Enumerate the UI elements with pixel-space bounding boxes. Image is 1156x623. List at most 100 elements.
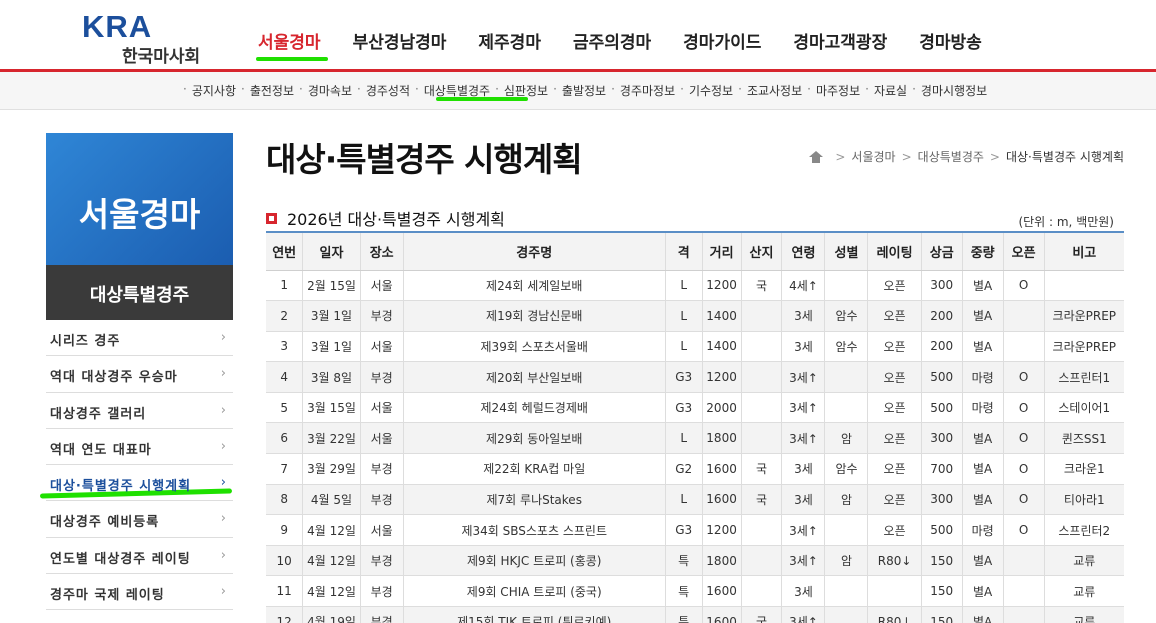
table-cell: O [1002,453,1045,485]
sidebar-item[interactable]: 대상·특별경주 시행계획 › [46,465,233,502]
bullet-separator: · [415,82,419,96]
column-header: 성별 [824,231,868,271]
table-cell: 3월 22일 [302,422,361,455]
gnb-item[interactable]: 경마고객광장 [793,28,887,53]
table-header-row: 연번 일자 장소 경주명 격 거리 산지 연령 성별 레이팅 상금 중량 오픈 비고 [266,231,1124,271]
subnav-item[interactable]: 출발정보 [562,82,606,99]
breadcrumb-item[interactable]: 서울경마 [851,148,895,165]
sidebar-item-label: 경주마 국제 레이팅 [50,588,165,604]
table-cell: 스테이어1 [1043,392,1124,424]
table-cell: 3세 [781,331,825,363]
table-cell: 제34회 SBS스포츠 스프린트 [402,514,666,546]
table-cell: G3 [664,514,703,546]
kra-logo[interactable]: KRA 한국마사회 [82,11,212,67]
subnav-item[interactable]: 자료실 [874,82,907,99]
subnav-item[interactable]: 출전정보 [250,82,294,99]
table-cell: 4월 5일 [302,484,361,516]
chevron-right-icon: › [220,511,227,527]
subnav-item[interactable]: 경주마정보 [620,82,675,99]
gnb-item[interactable]: 경마방송 [919,28,982,53]
table-cell [1002,300,1045,332]
subnav-item[interactable]: 마주정보 [816,82,860,99]
table-cell [824,392,868,424]
table-cell: 국 [740,453,782,485]
table-cell: 크라운1 [1043,453,1124,485]
table-cell: 국 [740,270,782,302]
sidebar-item[interactable]: 대상경주 갤러리 › [46,393,233,429]
table-cell [824,361,868,393]
table-cell: 1600 [701,606,742,623]
table-cell: 2월 15일 [302,270,361,302]
table-cell: 10 [266,545,303,577]
subnav-item[interactable]: 조교사정보 [747,82,802,99]
subnav-item[interactable]: 기수정보 [689,82,733,99]
table-cell: 4월 12일 [302,575,361,608]
subnav-item[interactable]: 경마속보 [308,82,352,99]
chevron-right-icon: › [220,366,227,382]
table-cell: 제29회 동아일보배 [402,422,666,455]
home-icon[interactable] [809,150,824,163]
global-nav: 서울경마 부산경남경마 제주경마 금주의경마 경마가이드 경마고객광장 경마방송 [258,28,1014,53]
table-cell: 제39회 스포츠서울배 [402,331,666,363]
table-cell: 8 [266,484,303,516]
bullet-separator: · [241,82,245,96]
gnb-item[interactable]: 서울경마 [258,28,321,53]
sidebar-item[interactable]: 역대 대상경주 우승마 › [46,356,233,393]
subnav-item[interactable]: 공지사항 [192,82,236,99]
bullet-separator: · [553,82,557,96]
gnb-item[interactable]: 제주경마 [478,28,541,53]
table-cell: 3세↑ [781,545,825,577]
gnb-item[interactable]: 금주의경마 [573,28,651,53]
column-header: 연번 [266,231,303,271]
sub-nav: · 공지사항 · 출전정보 · 경마속보 · 경주성적 · 대상특별경주 · 심판정보 · 출발정보 · 경주… [0,72,1156,110]
sidebar-item-label: 연도별 대상경주 레이팅 [50,551,191,567]
sidebar-item[interactable]: 역대 연도 대표마 › [46,429,233,466]
chevron-right-icon: > [901,149,912,164]
table-cell: 300 [920,422,963,455]
table-cell: L [664,422,703,455]
table-row: 6 3월 22일 서울 제29회 동아일보배 L 1800 3세↑ 암 오픈 300 별A O 퀸즈SS… [266,422,1124,455]
sidebar-item[interactable]: 경주마 국제 레이팅 › [46,574,233,611]
table-cell: 제22회 KRA컵 마일 [402,453,666,485]
sidebar-item[interactable]: 시리즈 경주 › [46,320,233,357]
chevron-right-icon: › [220,438,227,454]
subnav-item[interactable]: 경주성적 [366,82,410,99]
table-cell: 150 [920,575,963,608]
table-cell: 1400 [701,300,742,332]
table-cell: 국 [740,484,782,516]
breadcrumb-item[interactable]: 대상특별경주 [918,148,984,165]
sidebar-item[interactable]: 대상경주 예비등록 › [46,501,233,538]
table-cell: 별A [961,270,1004,302]
breadcrumb: > 서울경마 > 대상특별경주 > 대상·특별경주 시행계획 [809,148,1124,165]
gnb-item[interactable]: 부산경남경마 [353,28,447,53]
table-cell: O [1002,270,1045,302]
table-cell: 3세↑ [781,514,825,546]
table-cell: O [1002,422,1045,455]
sidebar-item[interactable]: 연도별 대상경주 레이팅 › [46,538,233,575]
table-cell: 암수 [824,300,868,332]
section-title-text: 2026년 대상·특별경주 시행계획 [287,210,505,229]
column-header: 경주명 [402,231,666,271]
bullet-separator: · [807,82,811,96]
table-cell: 별A [961,606,1004,623]
table-cell: L [664,300,703,332]
table-cell: 스프린터1 [1043,361,1124,393]
table-cell: 크라운PREP [1043,300,1124,332]
table-cell: 1800 [701,422,742,455]
bullet-separator: · [183,82,187,96]
subnav-item[interactable]: 경마시행정보 [921,82,987,99]
table-cell: 서울 [359,392,404,424]
table-cell: G2 [664,453,703,485]
table-cell: O [1002,392,1045,424]
table-cell: 제20회 부산일보배 [402,361,666,393]
table-cell [1002,575,1045,608]
table-cell: 마령 [961,514,1004,546]
table-cell: 제9회 CHIA 트로피 (중국) [402,575,666,608]
bullet-separator: · [299,82,303,96]
table-cell: 3세 [781,300,825,332]
table-cell: O [1002,361,1045,393]
table-cell: 마령 [961,392,1004,424]
table-cell [740,361,782,393]
table-cell: 별A [961,422,1004,455]
gnb-item[interactable]: 경마가이드 [683,28,761,53]
